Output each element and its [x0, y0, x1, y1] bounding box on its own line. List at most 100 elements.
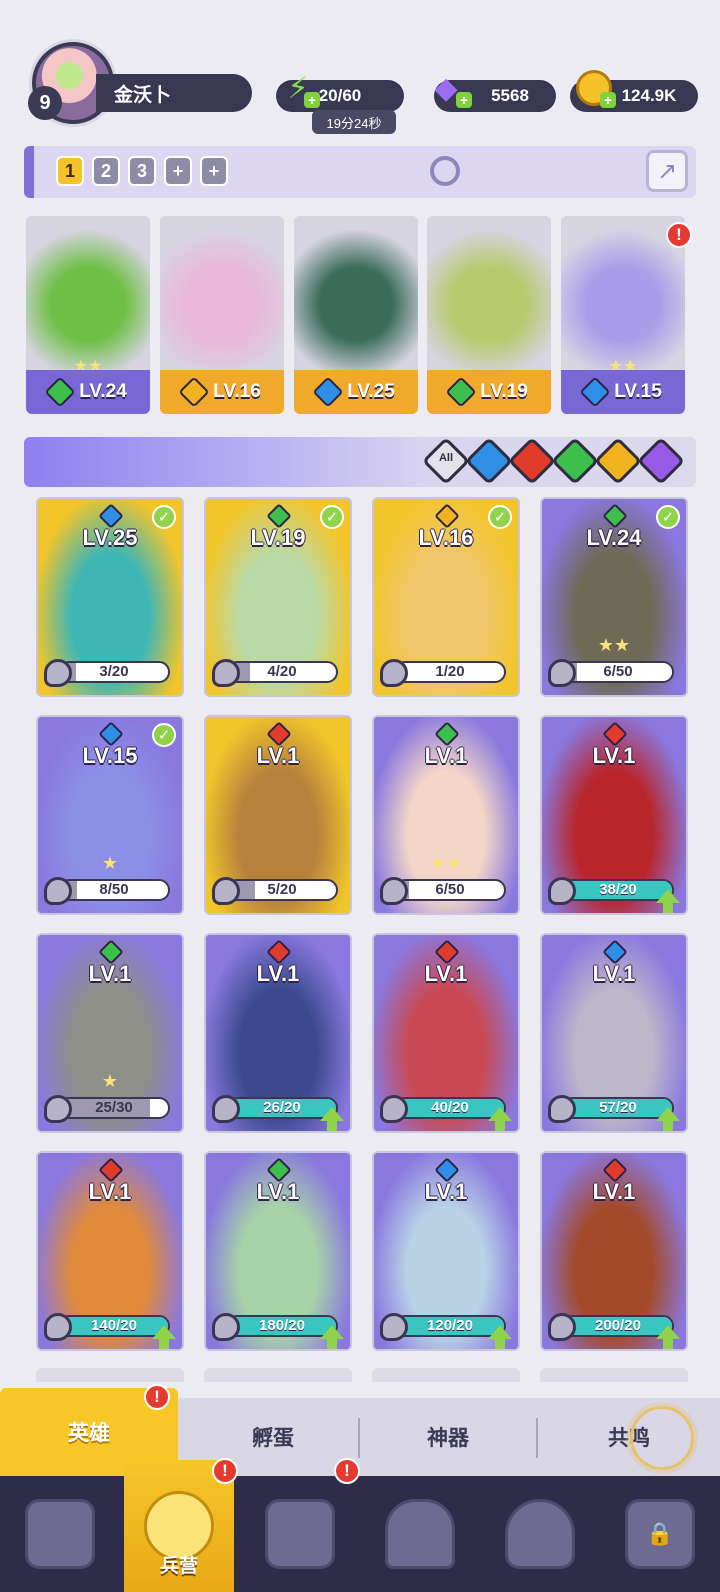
team-tab-2[interactable]: 2	[92, 156, 120, 186]
add-energy-button[interactable]: +	[304, 92, 320, 108]
star-rating: ★	[101, 853, 119, 873]
level-label: LV.16	[213, 381, 261, 402]
hero-level: LV.1	[256, 961, 300, 986]
upgrade-arrow-icon	[488, 1325, 512, 1349]
filter-dark-icon[interactable]	[636, 436, 686, 486]
hero-card[interactable]: LV.1 40/20	[372, 933, 520, 1133]
star-rating: ★★	[429, 853, 463, 873]
in-team-check-icon: ✓	[656, 505, 680, 529]
team-slot-level: LV.24	[26, 370, 150, 414]
team-slot-5[interactable]: ★★ LV.15	[561, 216, 685, 414]
level-label: LV.19	[480, 381, 528, 402]
map-alert-badge: !	[334, 1458, 360, 1484]
hero-card[interactable]: LV.1 140/20	[36, 1151, 184, 1351]
shard-progress-text: 8/50	[99, 881, 129, 898]
hero-card-partial	[372, 1368, 520, 1382]
resonance-ring-icon[interactable]	[630, 1406, 694, 1470]
filter-nature-icon[interactable]	[550, 436, 600, 486]
shard-icon	[548, 659, 576, 687]
team-selector-bar: 1 2 3 + + ↗	[24, 146, 696, 198]
hero-card[interactable]: LV.1 120/20	[372, 1151, 520, 1351]
hero-card[interactable]: LV.16 ✓ 1/20	[372, 497, 520, 697]
hero-card[interactable]: LV.1 ★★ 6/50	[372, 715, 520, 915]
hero-card[interactable]: LV.1 57/20	[540, 933, 688, 1133]
team-slot-4[interactable]: LV.19	[427, 216, 551, 414]
nav-castle[interactable]	[360, 1476, 480, 1592]
shard-progress-text: 6/50	[603, 663, 633, 680]
hero-card[interactable]: LV.1 ★ 25/30	[36, 933, 184, 1133]
team-tab-3[interactable]: 3	[128, 156, 156, 186]
team-tab-1[interactable]: 1	[56, 156, 84, 186]
hero-card[interactable]: LV.15 ✓ ★ 8/50	[36, 715, 184, 915]
shard-progress-bar: 5/20	[226, 879, 338, 901]
hero-level: LV.1	[88, 1179, 132, 1204]
hero-level: LV.1	[256, 1179, 300, 1204]
hero-card[interactable]: LV.24 ✓ ★★ 6/50	[540, 497, 688, 697]
level-label: LV.25	[347, 381, 395, 402]
team-slot-alert-badge: !	[666, 222, 692, 248]
shard-icon	[44, 659, 72, 687]
hero-level: LV.19	[250, 525, 306, 550]
filter-water-icon[interactable]	[464, 436, 514, 486]
hero-card-partial	[36, 1368, 184, 1382]
upgrade-arrow-icon	[152, 1325, 176, 1349]
in-team-check-icon: ✓	[488, 505, 512, 529]
gold-element-icon	[178, 376, 210, 408]
team-slot-1[interactable]: ★★ LV.24	[26, 216, 150, 414]
energy-timer: 19分24秒	[312, 110, 396, 134]
team-slot-3[interactable]: LV.25	[294, 216, 418, 414]
filter-light-icon[interactable]	[593, 436, 643, 486]
search-icon[interactable]	[430, 156, 460, 186]
hero-card[interactable]: LV.1 180/20	[204, 1151, 352, 1351]
team-slot-level: LV.25	[294, 370, 418, 414]
player-level-badge: 9	[28, 86, 62, 120]
team-slot-level: LV.16	[160, 370, 284, 414]
lock-icon: 🔒	[646, 1521, 674, 1546]
add-gems-button[interactable]: +	[456, 92, 472, 108]
hero-card[interactable]: LV.19 ✓ 4/20	[204, 497, 352, 697]
add-team-button-2[interactable]: +	[200, 156, 228, 186]
shard-progress-text: 5/20	[267, 881, 297, 898]
shard-progress-bar: 3/20	[58, 661, 170, 683]
team-slot-level: LV.15	[561, 370, 685, 414]
mushroom-icon	[505, 1499, 575, 1569]
upgrade-arrow-icon	[320, 1325, 344, 1349]
add-gold-button[interactable]: +	[600, 92, 616, 108]
shard-icon	[212, 1313, 240, 1341]
nav-guild[interactable]	[480, 1476, 600, 1592]
shard-icon	[212, 659, 240, 687]
hero-card[interactable]: LV.1 38/20	[540, 715, 688, 915]
hero-card[interactable]: LV.1 5/20	[204, 715, 352, 915]
nav-cards[interactable]	[0, 1476, 120, 1592]
hero-level: LV.1	[592, 961, 636, 986]
hero-card[interactable]: LV.1 26/20	[204, 933, 352, 1133]
upgrade-arrow-icon	[656, 889, 680, 913]
filter-fire-icon[interactable]	[507, 436, 557, 486]
shard-icon	[548, 1095, 576, 1123]
hero-level: LV.1	[88, 961, 132, 986]
hero-portrait	[294, 216, 418, 376]
hero-level: LV.25	[82, 525, 138, 550]
hero-level: LV.1	[424, 743, 468, 768]
tab-artifacts[interactable]: 神器	[360, 1398, 536, 1476]
hero-level: LV.1	[424, 1179, 468, 1204]
cards-icon	[25, 1499, 95, 1569]
hero-level: LV.1	[256, 743, 300, 768]
team-slot-level: LV.19	[427, 370, 551, 414]
shard-progress-bar: 6/50	[562, 661, 674, 683]
hero-level: LV.1	[592, 743, 636, 768]
nav-locked[interactable]: 🔒	[600, 1476, 720, 1592]
shard-icon	[44, 1313, 72, 1341]
hero-card[interactable]: LV.1 200/20	[540, 1151, 688, 1351]
nav-map[interactable]	[240, 1476, 360, 1592]
share-icon[interactable]: ↗	[646, 150, 688, 192]
hero-card[interactable]: LV.25 ✓ 3/20	[36, 497, 184, 697]
bottom-navigation: 兵营 🔒	[0, 1460, 720, 1592]
shard-icon	[380, 1095, 408, 1123]
shard-progress-text: 1/20	[435, 663, 465, 680]
add-team-button[interactable]: +	[164, 156, 192, 186]
top-status-bar: 金沃卜 9 20/60 ⚡ + 19分24秒 5568 ◆ + 124.9K +	[0, 30, 720, 140]
barracks-alert-badge: !	[212, 1458, 238, 1484]
team-slot-2[interactable]: LV.16	[160, 216, 284, 414]
hero-level: LV.15	[82, 743, 138, 768]
